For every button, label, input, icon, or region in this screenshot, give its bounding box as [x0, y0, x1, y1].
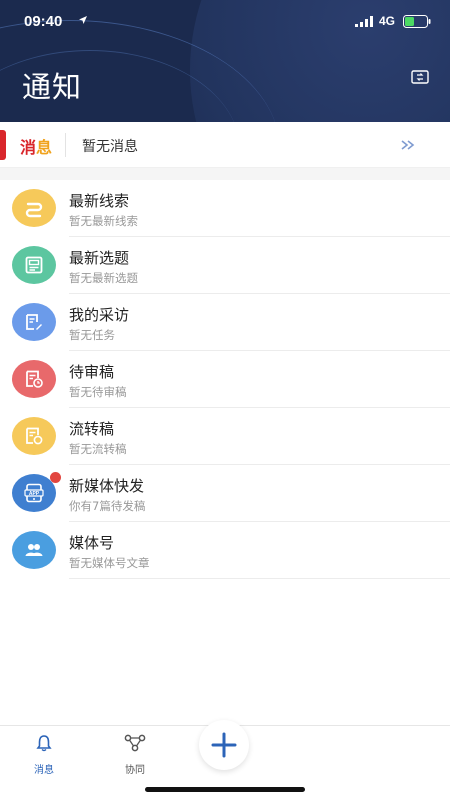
svg-text:APP: APP	[29, 491, 40, 497]
cell-signal-icon	[355, 16, 373, 27]
divider	[69, 578, 450, 579]
list-item-title: 最新线索	[69, 192, 130, 210]
clues-icon-circle	[12, 189, 56, 227]
notification-list: 最新线索 暂无最新线索 最新选题 暂无最新选题 我的采访 暂无任务 待审稿 暂无…	[0, 180, 450, 579]
app-icon: APP	[24, 483, 44, 503]
notification-screen: 09:40 4G 通知 消息 暂无消息 最新线索 暂无最新线索 最新选题 暂无最…	[0, 0, 450, 800]
location-arrow-icon	[79, 16, 87, 24]
transfer-icon-circle	[12, 417, 56, 455]
battery-icon	[403, 15, 431, 28]
list-item-new-media[interactable]: APP 新媒体快发 你有7篇待发稿	[0, 465, 450, 522]
network-type: 4G	[379, 14, 396, 28]
message-bar[interactable]: 消息 暂无消息	[0, 122, 450, 168]
list-item-subtitle: 暂无最新选题	[69, 271, 138, 285]
pending-review-icon-circle	[12, 360, 56, 398]
home-indicator	[145, 787, 305, 792]
list-item-topics[interactable]: 最新选题 暂无最新选题	[0, 237, 450, 294]
message-logo-part2: 息	[36, 138, 53, 157]
list-item-subtitle: 暂无流转稿	[69, 442, 127, 456]
tab-collaboration[interactable]: 协同	[105, 734, 165, 776]
link-icon	[25, 202, 43, 218]
list-item-transfer[interactable]: 流转稿 暂无流转稿	[0, 408, 450, 465]
list-item-title: 流转稿	[69, 420, 115, 438]
collab-icon	[124, 734, 146, 752]
status-time: 09:40	[24, 13, 63, 30]
tab-label: 消息	[34, 765, 54, 776]
list-item-media-account[interactable]: 媒体号 暂无媒体号文章	[0, 522, 450, 579]
list-item-clues[interactable]: 最新线索 暂无最新线索	[0, 180, 450, 237]
message-logo: 消息	[20, 134, 52, 158]
list-item-title: 媒体号	[69, 534, 115, 552]
list-item-subtitle: 暂无待审稿	[69, 385, 127, 399]
list-item-pending-review[interactable]: 待审稿 暂无待审稿	[0, 351, 450, 408]
header: 09:40 4G 通知	[0, 0, 450, 122]
list-item-interviews[interactable]: 我的采访 暂无任务	[0, 294, 450, 351]
message-bar-accent	[0, 130, 6, 160]
list-item-subtitle: 暂无最新线索	[69, 214, 138, 228]
list-item-subtitle: 你有7篇待发稿	[69, 499, 146, 513]
page-title: 通知	[22, 70, 83, 104]
add-button[interactable]	[199, 720, 249, 770]
tab-label: 协同	[125, 765, 145, 776]
double-chevron-right-icon[interactable]	[400, 138, 416, 152]
list-item-subtitle: 暂无任务	[69, 328, 115, 342]
list-item-title: 待审稿	[69, 363, 115, 381]
plus-icon	[211, 732, 237, 758]
list-item-title: 最新选题	[69, 249, 130, 267]
transfer-icon	[26, 427, 43, 445]
unread-badge	[50, 472, 61, 483]
review-icon	[26, 370, 43, 388]
list-item-subtitle: 暂无媒体号文章	[69, 556, 150, 570]
interviews-icon-circle	[12, 303, 56, 341]
message-logo-part1: 消	[20, 138, 37, 157]
divider	[65, 133, 66, 157]
message-bar-text: 暂无消息	[82, 139, 138, 155]
topics-icon-circle	[12, 246, 56, 284]
list-item-title: 我的采访	[69, 306, 130, 324]
status-bar: 09:40 4G	[0, 0, 450, 44]
tab-messages[interactable]: 消息	[14, 734, 74, 776]
list-item-title: 新媒体快发	[69, 477, 145, 495]
bell-icon	[36, 735, 52, 752]
media-account-icon-circle	[12, 531, 56, 569]
newspaper-icon	[25, 256, 43, 274]
card-switch-icon[interactable]	[411, 70, 429, 84]
new-media-icon-circle: APP	[12, 474, 56, 512]
section-gap	[0, 168, 450, 180]
interview-icon	[26, 314, 42, 330]
people-icon	[25, 544, 43, 556]
